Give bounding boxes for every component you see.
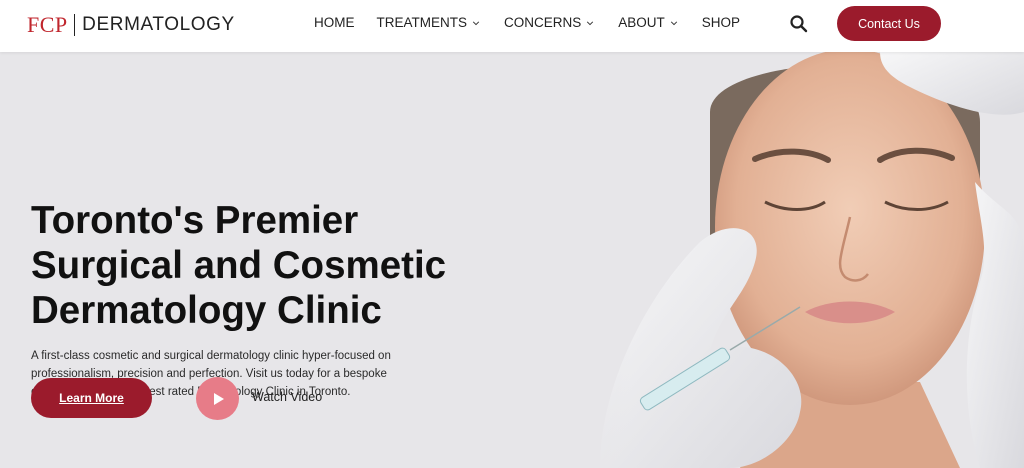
hero-image — [560, 52, 1024, 468]
play-icon — [213, 392, 224, 405]
nav-item-concerns[interactable]: CONCERNS — [504, 15, 594, 30]
nav-item-label: ABOUT — [618, 15, 665, 30]
play-video-button[interactable] — [196, 377, 239, 420]
chevron-down-icon — [587, 20, 594, 25]
nav-item-about[interactable]: ABOUT — [618, 15, 678, 30]
logo-text: DERMATOLOGY — [82, 14, 235, 35]
nav-item-treatments[interactable]: TREATMENTS — [377, 15, 481, 30]
nav-item-label: HOME — [314, 15, 355, 30]
logo-divider — [73, 14, 76, 36]
hero-section: Toronto's Premier Surgical and Cosmetic … — [0, 52, 1024, 468]
search-icon[interactable] — [789, 14, 809, 34]
chevron-down-icon — [670, 20, 677, 25]
hero-title: Toronto's Premier Surgical and Cosmetic … — [31, 199, 447, 332]
site-header: FCP DERMATOLOGY HOME TREATMENTS CONCERNS… — [0, 0, 1024, 52]
nav-item-label: CONCERNS — [504, 15, 582, 30]
nav-item-shop[interactable]: SHOP — [702, 15, 740, 30]
contact-us-button[interactable]: Contact Us — [837, 6, 941, 41]
nav-item-label: SHOP — [701, 15, 741, 30]
learn-more-button[interactable]: Learn More — [31, 378, 152, 418]
nav-item-label: TREATMENTS — [376, 15, 468, 30]
watch-video-link[interactable]: Watch Video — [252, 390, 322, 404]
chevron-down-icon — [472, 20, 480, 25]
logo-mark: FCP — [27, 12, 68, 37]
site-logo[interactable]: FCP DERMATOLOGY — [27, 10, 235, 40]
main-nav: HOME TREATMENTS CONCERNS ABOUT SHOP — [314, 15, 740, 30]
nav-item-home[interactable]: HOME — [314, 15, 355, 30]
